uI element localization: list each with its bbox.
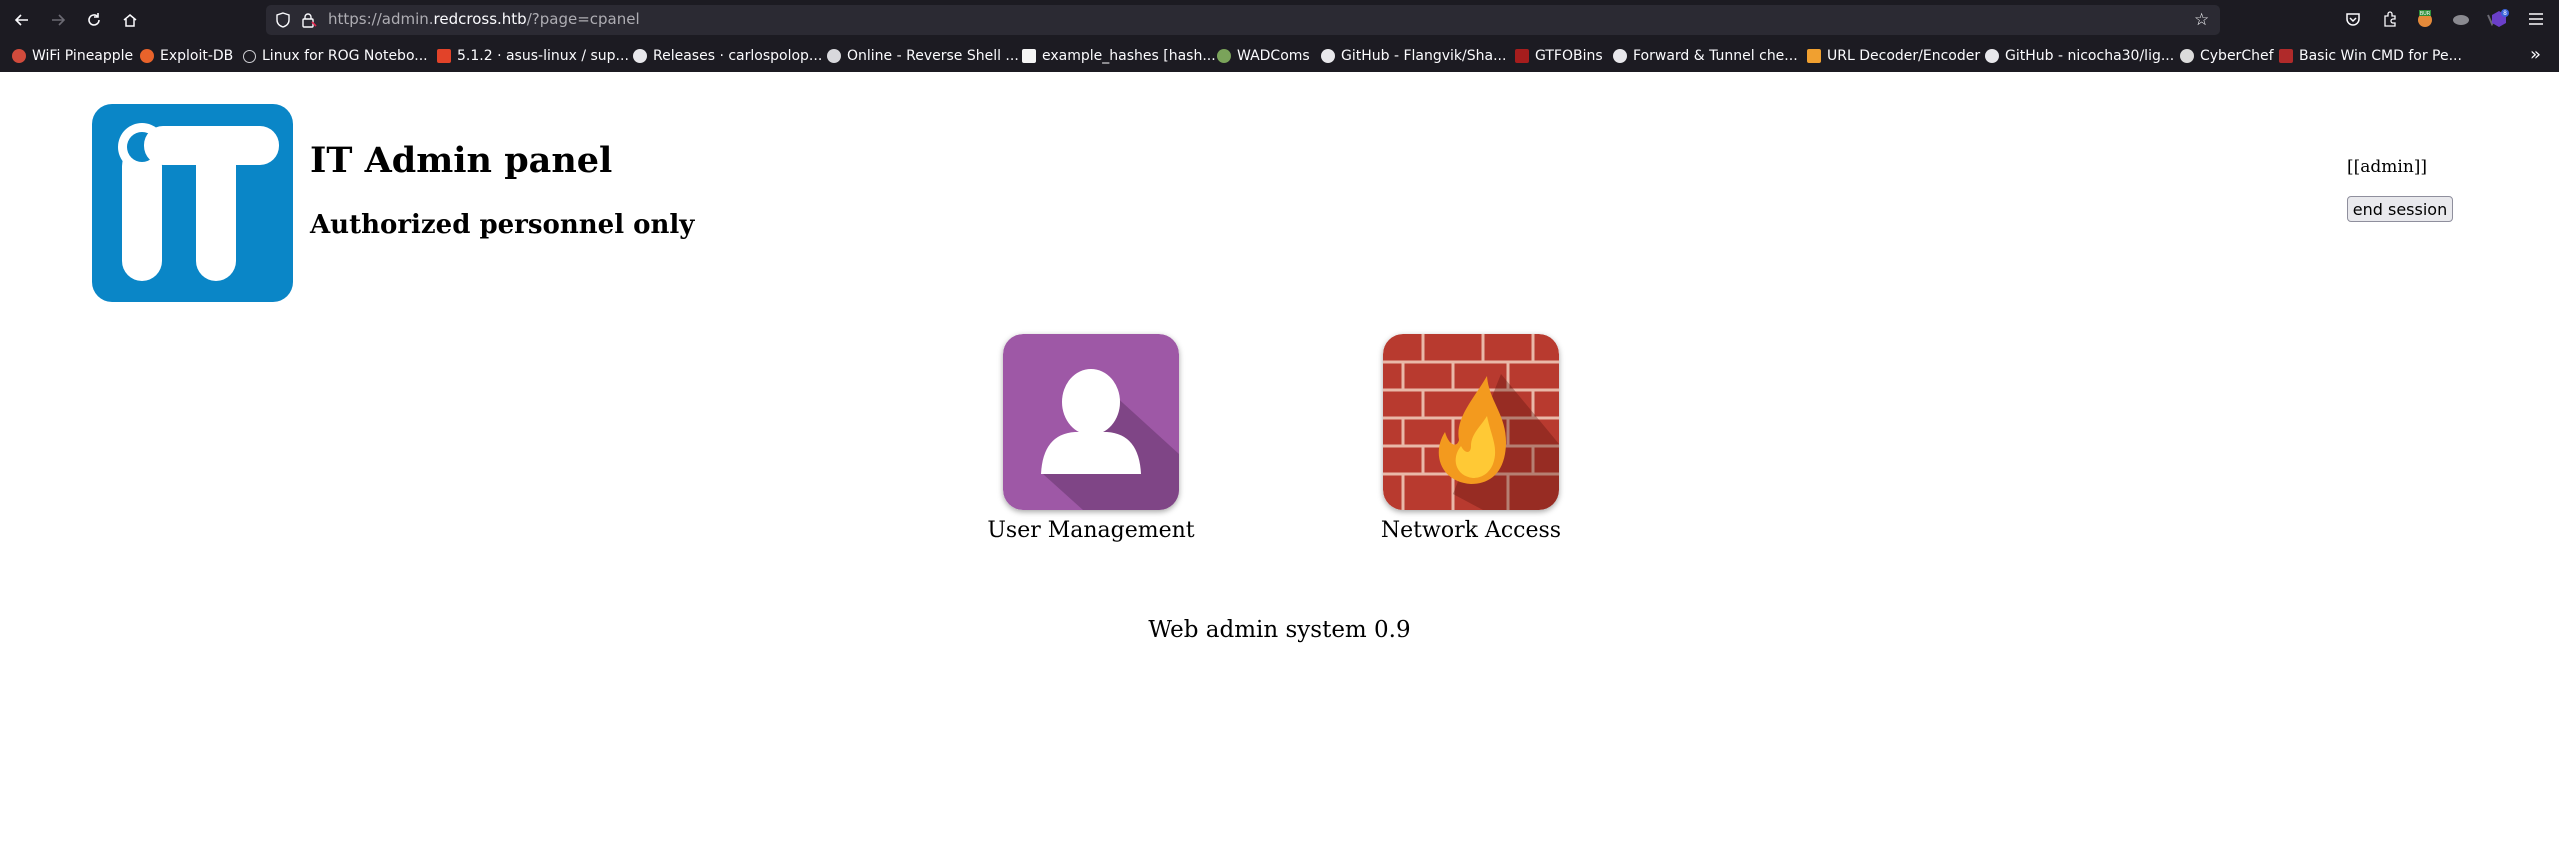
bookmark-label: Online - Reverse Shell ... [847, 48, 1019, 64]
github-icon [1613, 49, 1627, 63]
pocket-icon[interactable] [2342, 8, 2364, 30]
bookmark-item[interactable]: Basic Win CMD for Pe... [2279, 46, 2462, 66]
address-bar[interactable]: https://admin.redcross.htb/?page=cpanel … [266, 5, 2220, 35]
url-path: /?page=cpanel [526, 10, 640, 28]
firewall-icon[interactable] [1383, 334, 1559, 510]
reload-icon [88, 13, 100, 26]
bookmark-item[interactable]: 5.1.2 · asus-linux / sup... [437, 46, 629, 66]
hashcat-icon [1022, 49, 1036, 63]
bookmark-label: WADComs [1237, 48, 1310, 64]
hackbar-icon[interactable]: 8 [2488, 8, 2510, 30]
back-button[interactable] [10, 8, 34, 32]
url-prefix: https://admin. [328, 10, 434, 28]
github-icon [633, 49, 647, 63]
cmd-icon [2279, 49, 2293, 63]
forward-button[interactable] [46, 8, 70, 32]
bookmark-label: Forward & Tunnel che... [1633, 48, 1798, 64]
gtfobins-icon [1515, 49, 1529, 63]
browser-chrome: https://admin.redcross.htb/?page=cpanel … [0, 0, 2559, 72]
bookmark-item[interactable]: WADComs [1217, 46, 1310, 66]
bookmark-item[interactable]: GitHub - Flangvik/Sha... [1321, 46, 1506, 66]
bookmark-item[interactable]: WiFi Pineapple [12, 46, 133, 66]
wadcoms-icon [1217, 49, 1231, 63]
home-button[interactable] [118, 8, 142, 32]
back-arrow-icon [14, 14, 28, 26]
extensions-icon[interactable] [2379, 8, 2401, 30]
bookmark-item[interactable]: CyberChef [2180, 46, 2274, 66]
lock-icon[interactable] [300, 11, 318, 29]
foxyproxy-icon[interactable] [2450, 8, 2472, 30]
svg-text:8: 8 [2503, 10, 2507, 17]
github-icon [1985, 49, 1999, 63]
bookmark-label: GitHub - Flangvik/Sha... [1341, 48, 1507, 64]
bookmarks-toolbar: WiFi Pineapple Exploit-DB Linux for ROG … [0, 43, 2559, 69]
user-icon[interactable] [1003, 334, 1179, 510]
bookmark-item[interactable]: Online - Reverse Shell ... [827, 46, 1019, 66]
user-management-app[interactable]: User Management [986, 334, 1196, 543]
bookmark-label: GTFOBins [1535, 48, 1603, 64]
home-icon [123, 14, 137, 27]
bookmark-label: URL Decoder/Encoder [1827, 48, 1981, 64]
bookmark-label: Linux for ROG Notebo... [262, 48, 428, 64]
bookmark-label: WiFi Pineapple [32, 48, 134, 64]
shield-icon[interactable] [274, 11, 292, 29]
bookmark-favicon-icon [12, 49, 26, 63]
navigation-bar: https://admin.redcross.htb/?page=cpanel … [0, 0, 2559, 40]
current-user-label: [[admin]] [2347, 157, 2428, 177]
bookmark-label: CyberChef [2200, 48, 2274, 64]
bookmark-item[interactable]: Linux for ROG Notebo... [243, 46, 428, 66]
svg-text:BUR: BUR [2420, 11, 2431, 17]
skull-icon [827, 49, 841, 63]
bookmark-item[interactable]: example_hashes [hash... [1022, 46, 1216, 66]
bookmark-item[interactable]: GTFOBins [1515, 46, 1603, 66]
footer-version-text: Web admin system 0.9 [1148, 617, 1411, 643]
bookmark-label: 5.1.2 · asus-linux / sup... [457, 48, 629, 64]
bookmark-item[interactable]: Exploit-DB [140, 46, 233, 66]
page-subtitle: Authorized personnel only [310, 210, 695, 240]
bookmark-label: example_hashes [hash... [1042, 48, 1216, 64]
bookmark-label: Basic Win CMD for Pe... [2299, 48, 2462, 64]
reload-button[interactable] [82, 8, 106, 32]
chef-hat-icon [2180, 49, 2194, 63]
bookmark-star-icon[interactable]: ☆ [2194, 10, 2209, 30]
bookmark-label: GitHub - nicocha30/lig... [2005, 48, 2175, 64]
forward-arrow-icon [52, 14, 66, 26]
globe-icon [243, 49, 256, 63]
menu-icon[interactable] [2525, 8, 2547, 30]
url-decoder-icon [1807, 49, 1821, 63]
bookmark-item[interactable]: GitHub - nicocha30/lig... [1985, 46, 2174, 66]
github-icon [1321, 49, 1335, 63]
end-session-button[interactable]: end session [2347, 196, 2453, 222]
bookmark-label: Releases · carlospolop... [653, 48, 823, 64]
bookmark-item[interactable]: Forward & Tunnel che... [1613, 46, 1798, 66]
url-text[interactable]: https://admin.redcross.htb/?page=cpanel [328, 10, 640, 28]
it-logo [92, 104, 293, 302]
bookmark-item[interactable]: URL Decoder/Encoder [1807, 46, 1980, 66]
burp-extension-icon[interactable]: BUR [2414, 8, 2436, 30]
admin-page: IT Admin panel Authorized personnel only… [0, 72, 2559, 865]
bookmarks-overflow-chevron-icon[interactable]: » [2530, 44, 2541, 65]
bookmark-item[interactable]: Releases · carlospolop... [633, 46, 822, 66]
network-access-label[interactable]: Network Access [1381, 518, 1561, 543]
bookmark-favicon-icon [140, 49, 154, 63]
bookmark-label: Exploit-DB [160, 48, 234, 64]
gitlab-icon [437, 49, 451, 63]
network-access-app[interactable]: Network Access [1366, 334, 1576, 543]
user-management-label[interactable]: User Management [987, 518, 1194, 543]
page-title: IT Admin panel [310, 140, 613, 181]
url-domain: redcross.htb [433, 10, 527, 28]
